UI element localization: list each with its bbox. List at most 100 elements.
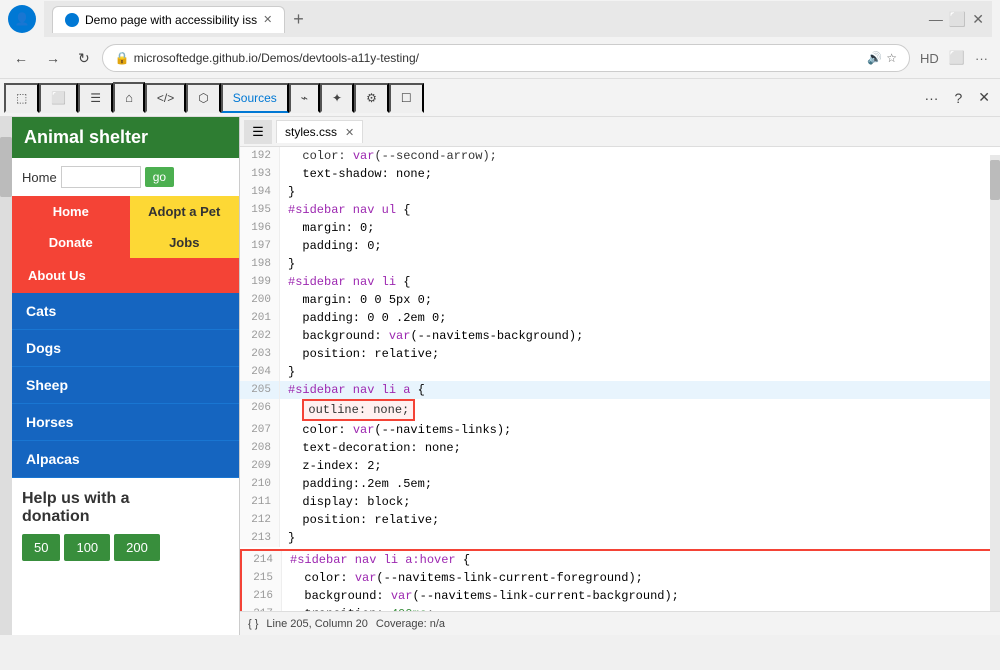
collections-icon[interactable]: HD — [916, 49, 943, 68]
dt-more-button[interactable]: ··· — [918, 86, 944, 110]
back-button[interactable]: ← — [8, 46, 34, 70]
browser-toolbar: HD ⬜ ··· — [916, 48, 992, 68]
line-number: 210 — [240, 475, 280, 493]
more-button[interactable]: ··· — [971, 49, 992, 68]
file-tab-styles[interactable]: styles.css ✕ — [276, 120, 363, 143]
animal-item-sheep[interactable]: Sheep — [12, 367, 239, 404]
donate-50-button[interactable]: 50 — [22, 534, 60, 561]
minimize-button[interactable]: — — [929, 11, 943, 28]
tab-bar: Demo page with accessibility iss ✕ + — ⬜… — [44, 1, 992, 37]
tab-close-button[interactable]: ✕ — [263, 13, 272, 26]
animal-item-horses[interactable]: Horses — [12, 404, 239, 441]
file-panel-toggle[interactable]: ☰ — [244, 120, 272, 144]
line-number: 199 — [240, 273, 280, 291]
line-number: 204 — [240, 363, 280, 381]
read-aloud-icon[interactable]: 🔊 — [867, 51, 882, 65]
code-line-205: 205 #sidebar nav li a { — [240, 381, 1000, 399]
dt-close-button[interactable]: ✕ — [972, 85, 996, 110]
line-content: transition: 400ms; — [282, 605, 434, 611]
site-title: Animal shelter — [24, 127, 148, 147]
favorites-icon[interactable]: ☆ — [886, 51, 897, 65]
search-area: Home go — [12, 158, 239, 196]
avatar: 👤 — [8, 5, 36, 33]
animal-item-alpacas[interactable]: Alpacas — [12, 441, 239, 478]
search-input[interactable] — [61, 166, 141, 188]
line-number: 211 — [240, 493, 280, 511]
status-coverage: Coverage: n/a — [376, 618, 445, 630]
line-content: margin: 0 0 5px 0; — [280, 291, 432, 309]
sidebar-toggle-icon[interactable]: ⬜ — [945, 48, 969, 68]
code-line-196: 196 margin: 0; — [240, 219, 1000, 237]
forward-button[interactable]: → — [40, 46, 66, 70]
code-line-200: 200 margin: 0 0 5px 0; — [240, 291, 1000, 309]
dt-tab-screenshot[interactable]: ⬜ — [39, 83, 78, 113]
dt-tab-console[interactable]: ⬡ — [186, 83, 220, 113]
dt-tab-network[interactable]: ⌁ — [289, 83, 320, 113]
donate-section: Help us with adonation 50 100 200 — [12, 478, 239, 573]
code-line-199: 199 #sidebar nav li { — [240, 273, 1000, 291]
go-button[interactable]: go — [145, 167, 174, 187]
code-area[interactable]: 192 color: var(--second-arrow); 193 text… — [240, 147, 1000, 611]
status-line-col: Line 205, Column 20 — [266, 618, 368, 630]
line-content: } — [280, 363, 295, 381]
dt-tab-home[interactable]: ⌂ — [113, 82, 145, 113]
line-content: display: block; — [280, 493, 410, 511]
code-scroll-thumb[interactable] — [990, 160, 1000, 200]
dt-help-button[interactable]: ? — [948, 86, 968, 110]
dt-toolbar-right: ··· ? ✕ — [918, 85, 996, 110]
status-braces: { } — [248, 618, 258, 630]
code-line-193: 193 text-shadow: none; — [240, 165, 1000, 183]
line-number: 195 — [240, 201, 280, 219]
tab-title: Demo page with accessibility iss — [85, 13, 257, 27]
left-scroll-thumb[interactable] — [0, 137, 12, 197]
code-line-214: 214 #sidebar nav li a:hover { — [242, 551, 998, 569]
line-content: color: var(--navitems-links); — [280, 421, 511, 439]
close-button[interactable]: ✕ — [972, 11, 984, 28]
file-tab-close-button[interactable]: ✕ — [345, 126, 354, 139]
refresh-button[interactable]: ↻ — [72, 46, 96, 71]
left-scrollbar[interactable] — [0, 117, 12, 635]
dt-tab-device[interactable]: ☐ — [389, 83, 424, 113]
devtools-right-wrapper: ☰ styles.css ✕ 192 color: var(--second-a… — [240, 117, 1000, 635]
home-nav-button[interactable]: Home — [12, 196, 130, 227]
donate-200-button[interactable]: 200 — [114, 534, 160, 561]
url-bar[interactable]: 🔒 microsoftedge.github.io/Demos/devtools… — [102, 44, 910, 72]
line-content: background: var(--navitems-link-current-… — [282, 587, 679, 605]
new-tab-button[interactable]: + — [289, 5, 308, 34]
line-content: } — [280, 529, 295, 547]
code-line-210: 210 padding:.2em .5em; — [240, 475, 1000, 493]
donate-100-button[interactable]: 100 — [64, 534, 110, 561]
line-content: text-shadow: none; — [280, 165, 432, 183]
code-line-202: 202 background: var(--navitems-backgroun… — [240, 327, 1000, 345]
code-line-212: 212 position: relative; — [240, 511, 1000, 529]
about-nav-button[interactable]: About Us — [12, 258, 239, 293]
animal-item-dogs[interactable]: Dogs — [12, 330, 239, 367]
line-number: 207 — [240, 421, 280, 439]
adopt-nav-button[interactable]: Adopt a Pet — [130, 196, 240, 227]
restore-button[interactable]: ⬜ — [949, 11, 966, 28]
tab-favicon — [65, 13, 79, 27]
dt-tab-pointer[interactable]: ⬚ — [4, 83, 39, 113]
code-line-198: 198 } — [240, 255, 1000, 273]
dt-tab-elements[interactable]: </> — [145, 83, 186, 113]
active-tab[interactable]: Demo page with accessibility iss ✕ — [52, 6, 285, 33]
dt-tab-sources[interactable]: Sources — [221, 83, 289, 113]
dt-tab-settings[interactable]: ⚙ — [354, 83, 389, 113]
code-line-207: 207 color: var(--navitems-links); — [240, 421, 1000, 439]
animal-item-cats[interactable]: Cats — [12, 293, 239, 330]
site-content: Animal shelter Home go Home Adopt a Pet … — [12, 117, 239, 573]
code-line-192: 192 color: var(--second-arrow); — [240, 147, 1000, 165]
jobs-nav-button[interactable]: Jobs — [130, 227, 240, 258]
code-scrollbar[interactable] — [990, 155, 1000, 611]
dt-tab-inspect[interactable]: ☰ — [78, 83, 113, 113]
line-number: 198 — [240, 255, 280, 273]
code-line-195: 195 #sidebar nav ul { — [240, 201, 1000, 219]
line-number: 196 — [240, 219, 280, 237]
code-line-204: 204 } — [240, 363, 1000, 381]
line-number: 197 — [240, 237, 280, 255]
line-number: 206 — [240, 399, 280, 421]
code-line-209: 209 z-index: 2; — [240, 457, 1000, 475]
dt-tab-performance[interactable]: ✦ — [320, 83, 354, 113]
code-line-203: 203 position: relative; — [240, 345, 1000, 363]
code-line-208: 208 text-decoration: none; — [240, 439, 1000, 457]
